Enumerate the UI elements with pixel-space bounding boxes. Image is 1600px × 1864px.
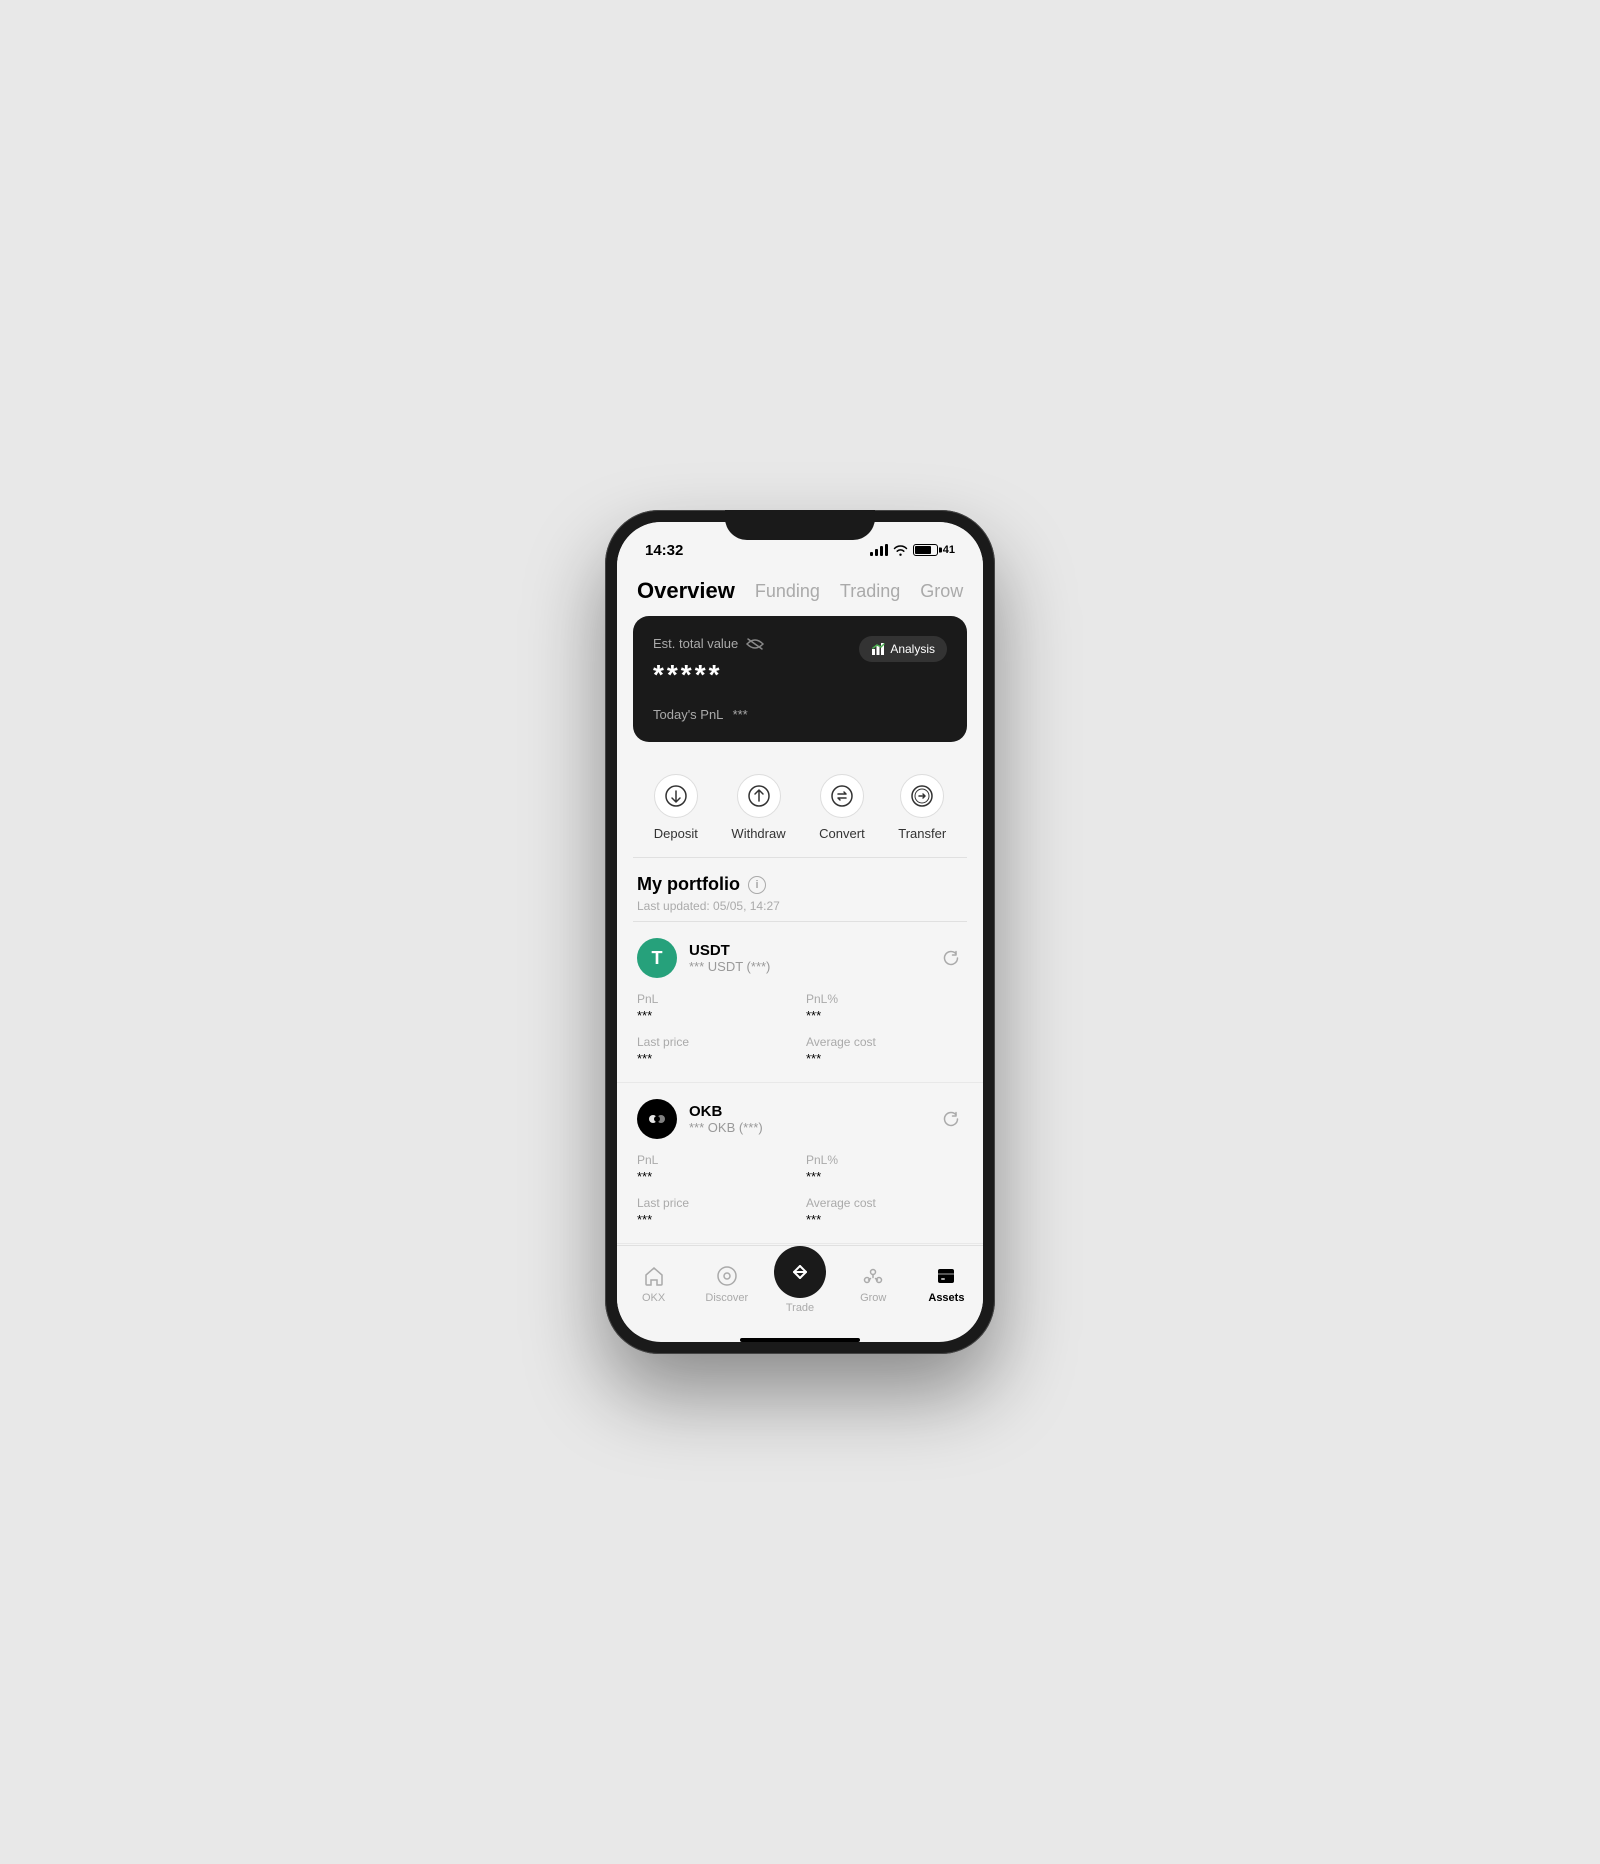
deposit-action[interactable]: Deposit [654,774,698,841]
okb-logo [637,1099,677,1139]
nav-item-grow[interactable]: Grow [837,1264,910,1304]
nav-item-okx[interactable]: OKX [617,1264,690,1304]
usdt-pnl: PnL *** [637,992,794,1023]
portfolio-header: My portfolio i Last updated: 05/05, 14:2… [617,858,983,921]
notch [725,510,875,540]
nav-label-discover: Discover [705,1292,748,1304]
battery-level: 41 [943,544,955,556]
nav-tab-funding[interactable]: Funding [755,581,820,602]
asset-item-usdt: T USDT *** USDT (***) PnL [617,922,983,1083]
okb-pnl: PnL *** [637,1153,794,1184]
nav-label-okx: OKX [642,1292,665,1304]
balance-amount: ***** [653,659,764,691]
phone-frame: 14:32 41 [605,510,995,1354]
quick-actions: Deposit Withdraw [617,758,983,857]
nav-item-trade[interactable]: Trade [763,1254,836,1314]
deposit-icon [654,774,698,818]
convert-label: Convert [819,826,865,841]
analysis-button[interactable]: Analysis [859,636,947,662]
usdt-logo: T [637,938,677,978]
usdt-details: PnL *** PnL% *** Last price *** Average … [637,992,963,1066]
wifi-icon [893,544,908,556]
assets-icon [934,1264,958,1288]
balance-label: Est. total value [653,636,764,651]
okb-pnl-pct: PnL% *** [806,1153,963,1184]
nav-label-trade: Trade [786,1302,814,1314]
okb-name: OKB [689,1103,927,1120]
portfolio-updated: Last updated: 05/05, 14:27 [637,899,963,913]
usdt-pnl-pct: PnL% *** [806,992,963,1023]
transfer-action[interactable]: Transfer [898,774,946,841]
withdraw-label: Withdraw [731,826,785,841]
okb-details: PnL *** PnL% *** Last price *** Average … [637,1153,963,1227]
pnl-row: Today's PnL *** [653,707,947,722]
usdt-last-price: Last price *** [637,1035,794,1066]
withdraw-action[interactable]: Withdraw [731,774,785,841]
trade-button[interactable] [774,1246,826,1298]
portfolio-title: My portfolio i [637,874,963,895]
convert-action[interactable]: Convert [819,774,865,841]
home-icon [642,1264,666,1288]
battery-icon [913,544,938,556]
withdraw-icon [737,774,781,818]
signal-icon [870,544,888,556]
header-nav: Overview Funding Trading Grow [617,570,983,616]
eye-slash-icon[interactable] [746,637,764,651]
usdt-name: USDT [689,942,927,959]
okb-avg-cost: Average cost *** [806,1196,963,1227]
discover-icon [715,1264,739,1288]
transfer-label: Transfer [898,826,946,841]
okb-last-price: Last price *** [637,1196,794,1227]
status-time: 14:32 [645,542,683,559]
convert-icon [820,774,864,818]
usdt-refresh-icon[interactable] [939,946,963,970]
nav-item-discover[interactable]: Discover [690,1264,763,1304]
nav-label-grow: Grow [860,1292,886,1304]
nav-tab-trading[interactable]: Trading [840,581,900,602]
nav-tab-overview[interactable]: Overview [637,578,735,604]
transfer-icon [900,774,944,818]
grow-icon [861,1264,885,1288]
okb-info: OKB *** OKB (***) [689,1103,927,1135]
asset-item-okb: OKB *** OKB (***) PnL *** [617,1083,983,1244]
screen-content[interactable]: Overview Funding Trading Grow Est. total… [617,570,983,1245]
okb-amount: *** OKB (***) [689,1120,927,1135]
usdt-info: USDT *** USDT (***) [689,942,927,974]
nav-tab-grow[interactable]: Grow [920,581,963,602]
portfolio-info-icon[interactable]: i [748,876,766,894]
home-indicator [740,1338,860,1342]
nav-label-assets: Assets [928,1292,964,1304]
nav-item-assets[interactable]: Assets [910,1264,983,1304]
okb-refresh-icon[interactable] [939,1107,963,1131]
deposit-label: Deposit [654,826,698,841]
usdt-avg-cost: Average cost *** [806,1035,963,1066]
status-icons: 41 [870,544,955,556]
usdt-amount: *** USDT (***) [689,959,927,974]
bottom-nav: OKX Discover Trade [617,1245,983,1334]
balance-card: Est. total value ***** [633,616,967,742]
phone-screen: 14:32 41 [617,522,983,1342]
